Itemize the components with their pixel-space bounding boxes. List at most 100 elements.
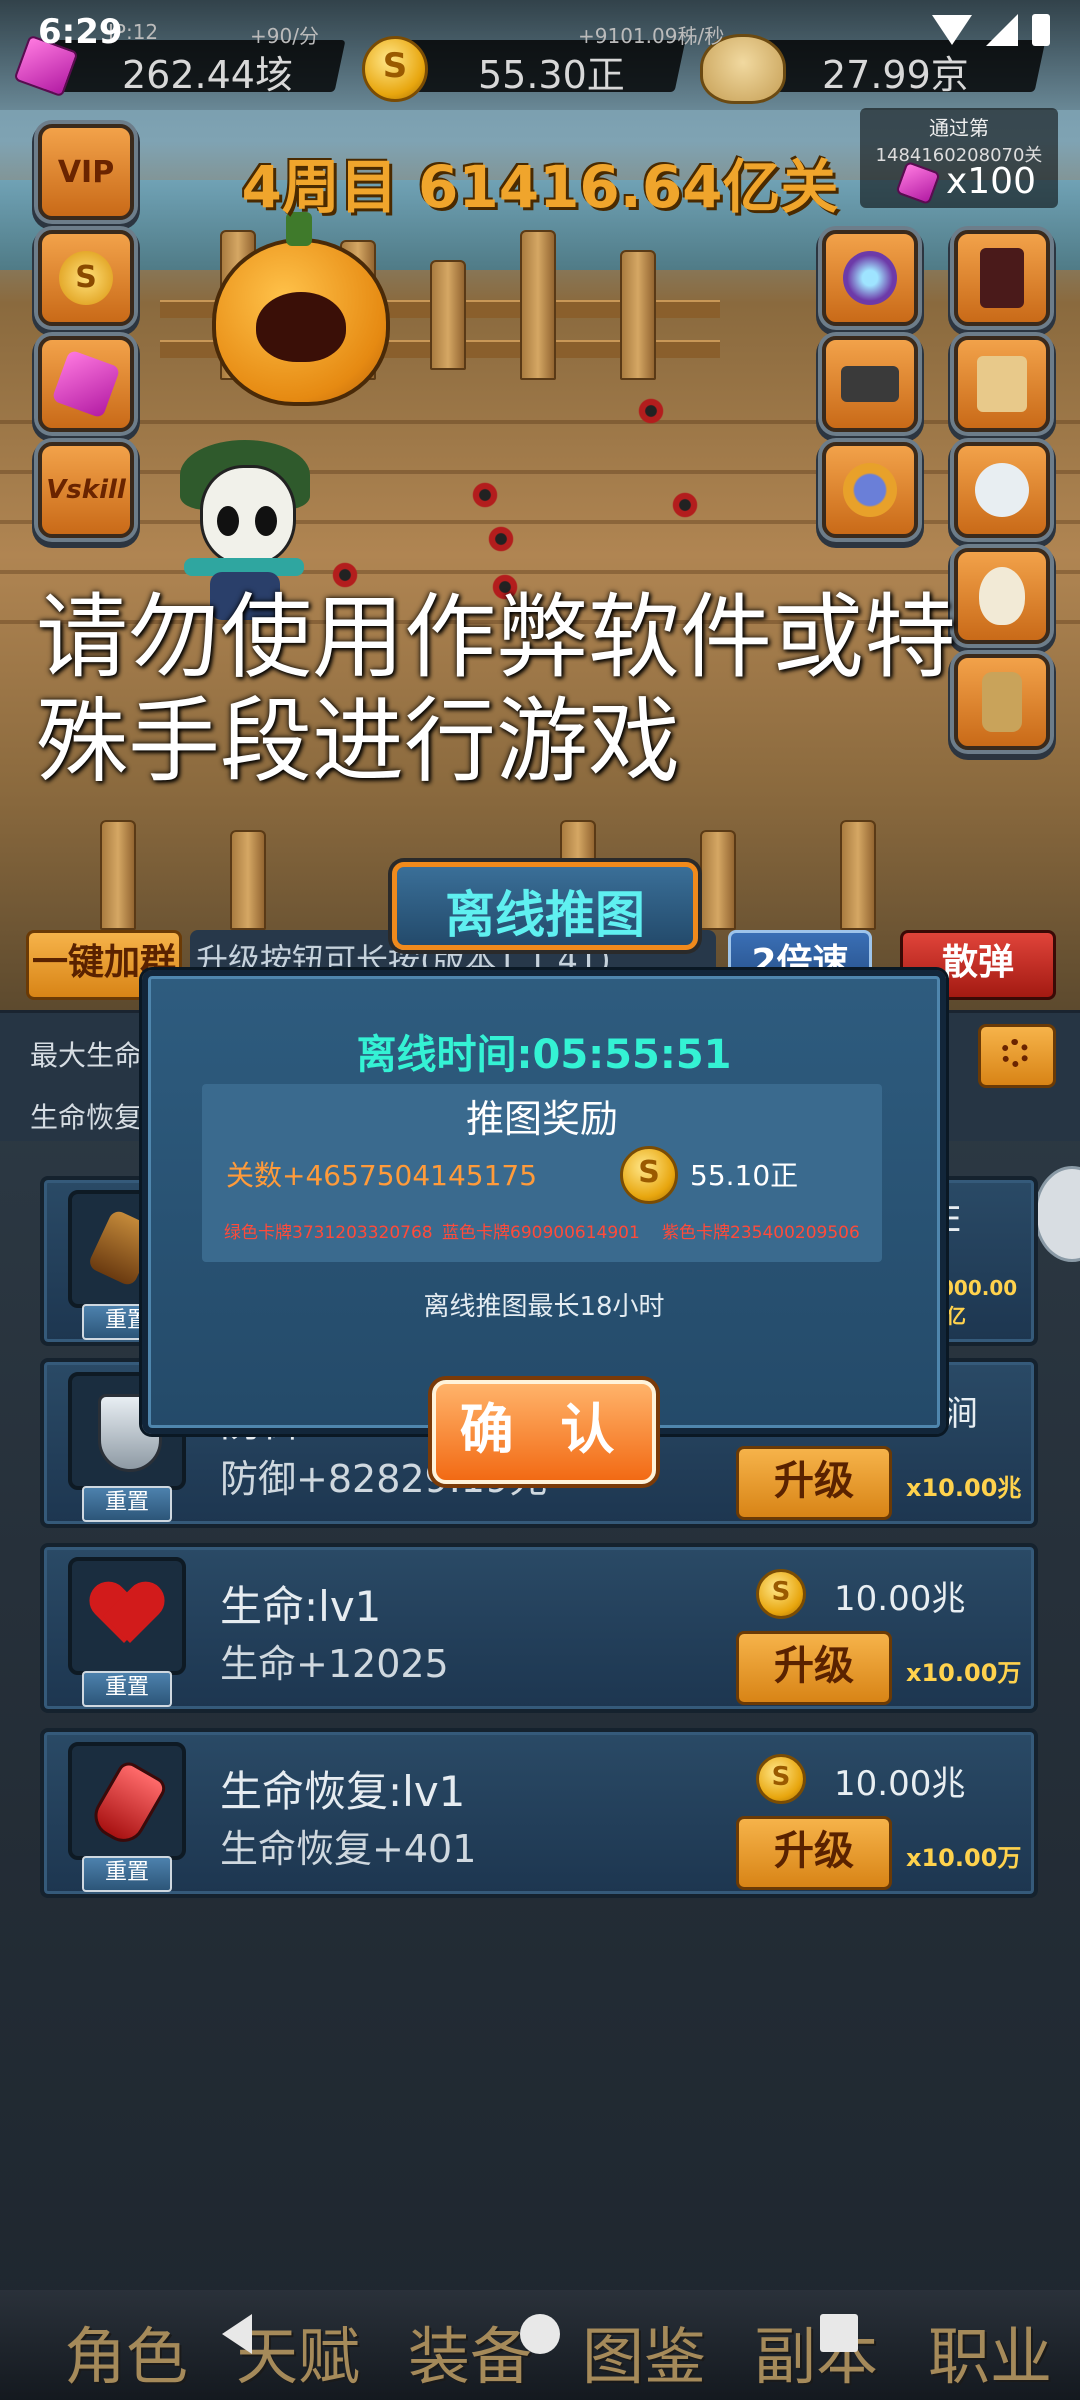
anvil-icon [841, 366, 899, 402]
coin-rate: +90/分 [250, 24, 319, 48]
offline-time-line: 离线时间:05:55:51 [148, 1022, 940, 1080]
reward-panel: 推图奖励 关数+4657504145175 S 55.10正 绿色卡牌37312… [202, 1084, 882, 1262]
upgrade-name: 生命:lv1 [220, 1582, 382, 1631]
robot-icon [975, 463, 1029, 517]
life-regen-label: 生命恢复 [30, 1101, 143, 1134]
pass-box: 通过第 1484160208070关 x100 [860, 108, 1058, 208]
nav-talent[interactable]: 天赋 [236, 2306, 360, 2396]
coin-value: 55.30正 [478, 53, 625, 97]
skull-value: 27.99京 [822, 53, 969, 97]
purple-card-reward: 紫色卡牌235400209506 [662, 1223, 860, 1243]
pass-count: x100 [945, 161, 1036, 202]
nav-dungeon[interactable]: 副本 [754, 2306, 878, 2396]
gear-icon [1001, 1039, 1029, 1067]
gem-value: 262.44垓 [122, 53, 293, 97]
pumpkin-monster [212, 212, 390, 406]
reward-levels: 关数+4657504145175 [226, 1159, 538, 1192]
eye-monster-icon [843, 251, 897, 305]
fence-post [620, 250, 656, 380]
green-card-reward: 绿色卡牌3731203320768 [224, 1223, 433, 1243]
fence-post [230, 830, 266, 930]
shuriken [470, 480, 500, 510]
life-icon-box [68, 1557, 186, 1675]
fence-post [430, 260, 466, 370]
fence-post [700, 830, 736, 930]
settings-button[interactable] [978, 1024, 1056, 1088]
partial-cost: 000.00 [940, 1276, 1018, 1300]
upgrade-name: 生命恢复:lv1 [220, 1767, 466, 1816]
upgrade-multiplier: x10.00兆 [906, 1474, 1022, 1502]
battery-icon [1032, 14, 1050, 46]
coin-shop-button[interactable]: S [38, 230, 134, 326]
cards-deck-button[interactable] [954, 336, 1050, 432]
vip-button[interactable]: VIP [38, 124, 134, 220]
skull-rate: +9101.09秭/秒 [578, 24, 725, 48]
max-life-label: 最大生命 [30, 1039, 143, 1072]
cards-deck-icon [977, 356, 1027, 412]
pass-label: 通过第 [929, 116, 989, 140]
coin-icon: S [756, 1754, 806, 1804]
reward-title: 推图奖励 [465, 1097, 618, 1141]
vskill-label: Vskill [46, 475, 126, 505]
gem-icon [895, 160, 941, 206]
home-icon[interactable] [520, 2314, 560, 2354]
reward-gold: 55.10正 [690, 1159, 799, 1192]
upgrade-button[interactable]: 升级 [736, 1631, 892, 1705]
recents-icon[interactable] [820, 2314, 858, 2352]
coin-icon: S [362, 36, 428, 102]
gem-icon [51, 349, 121, 419]
upgrade-cost: 10.00兆 [834, 1764, 966, 1804]
reset-button[interactable]: 重置 [82, 1671, 172, 1707]
shuriken [670, 490, 700, 520]
wifi-icon [932, 15, 972, 45]
fence-post [100, 820, 136, 930]
confirm-button[interactable]: 确 认 [432, 1380, 656, 1484]
stopwatch-icon [843, 463, 897, 517]
shuriken [636, 396, 666, 426]
upgrade-cost: 涧 [944, 1394, 978, 1434]
status-time: 6:29 [38, 12, 123, 52]
upgrade-multiplier: x10.00万 [906, 1659, 1022, 1687]
partial-unit: 亿 [946, 1304, 966, 1328]
coin-icon: S [59, 251, 113, 305]
coin-icon: S [756, 1569, 806, 1619]
robot-button[interactable] [954, 442, 1050, 538]
upgrade-button[interactable]: 升级 [736, 1446, 892, 1520]
signal-icon [986, 14, 1018, 46]
offline-reward-dialog: 离线时间:05:55:51 推图奖励 关数+4657504145175 S 55… [142, 970, 946, 1434]
upgrade-desc: 生命+12025 [220, 1642, 449, 1686]
card-button[interactable] [954, 230, 1050, 326]
gem-shop-button[interactable] [38, 336, 134, 432]
upgrade-button[interactable]: 升级 [736, 1816, 892, 1890]
coin-icon: S [620, 1146, 678, 1204]
nav-class[interactable]: 职业 [928, 2306, 1052, 2396]
offline-max-note: 离线推图最长18小时 [423, 1292, 665, 1322]
vskill-button[interactable]: Vskill [38, 442, 134, 538]
offline-label: 离线时间: [356, 1032, 533, 1078]
offline-time: 05:55:51 [532, 1032, 732, 1078]
eye-monster-button[interactable] [822, 230, 918, 326]
regen-icon-box [68, 1742, 186, 1860]
anvil-button[interactable] [822, 336, 918, 432]
upgrade-cost: 10.00兆 [834, 1579, 966, 1619]
reset-button[interactable]: 重置 [82, 1856, 172, 1892]
fence-post [520, 230, 556, 380]
life-regen-upgrade-card: 重置 生命恢复:lv1 生命恢复+401 S 10.00兆 升级 x10.00万 [40, 1728, 1038, 1898]
upgrade-desc: 生命恢复+401 [220, 1827, 477, 1871]
stopwatch-button[interactable] [822, 442, 918, 538]
shuriken [486, 524, 516, 554]
vip-label: VIP [57, 154, 115, 190]
nav-equipment[interactable]: 装备 [408, 2306, 532, 2396]
reset-button[interactable]: 重置 [82, 1486, 172, 1522]
nav-codex[interactable]: 图鉴 [582, 2306, 706, 2396]
fence-post [840, 820, 876, 930]
nav-character[interactable]: 角色 [64, 2306, 188, 2396]
blue-card-reward: 蓝色卡牌690900614901 [442, 1223, 640, 1243]
upgrade-multiplier: x10.00万 [906, 1844, 1022, 1872]
life-upgrade-card: 重置 生命:lv1 生命+12025 S 10.00兆 升级 x10.00万 [40, 1543, 1038, 1713]
anti-cheat-warning: 请勿使用作弊软件或特殊手段进行游戏 [36, 584, 957, 795]
popup-tab-title: 离线推图 [445, 886, 645, 944]
back-icon[interactable] [222, 2314, 252, 2354]
card-icon [980, 248, 1024, 308]
popup-tab: 离线推图 [392, 862, 698, 950]
